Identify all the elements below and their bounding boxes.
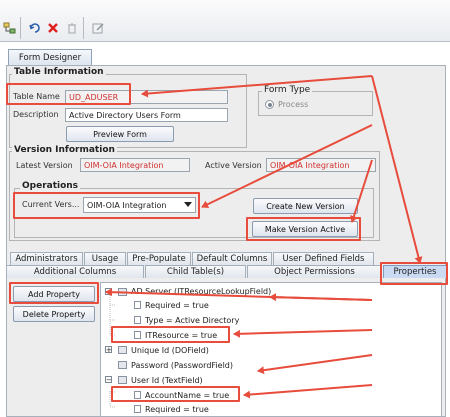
tab-default-columns[interactable]: Default Columns [192, 252, 272, 265]
tree-node-ad-server[interactable]: AD Server (ITResourceLookupField) [131, 287, 271, 296]
create-new-version-button[interactable]: Create New Version [253, 198, 358, 214]
process-radio-label: Process [278, 100, 309, 109]
active-version-label: Active Version [205, 161, 262, 170]
make-version-active-button[interactable]: Make Version Active [252, 221, 358, 237]
tab-form-designer[interactable]: Form Designer [8, 49, 92, 66]
description-field[interactable]: Active Directory Users Form [65, 108, 228, 122]
property-icon [134, 331, 141, 339]
current-version-dropdown[interactable]: OIM-OIA Integration [83, 197, 196, 213]
note-icon[interactable] [88, 18, 108, 38]
preview-form-button[interactable]: Preview Form [66, 126, 174, 142]
property-icon [134, 316, 141, 324]
latest-version-field[interactable]: OIM-OIA Integration [80, 158, 190, 172]
tab-properties[interactable]: Properties [383, 265, 447, 278]
property-icon [134, 405, 141, 413]
refresh-icon[interactable] [25, 18, 45, 38]
collapse-toggle-icon[interactable]: − [105, 288, 112, 296]
form-type-title: Form Type [262, 85, 313, 95]
tab-administrators[interactable]: Administrators [10, 252, 83, 265]
toolbar-separator [20, 17, 21, 39]
tab-pre-populate[interactable]: Pre-Populate [127, 252, 191, 265]
latest-version-label: Latest Version [16, 161, 73, 170]
chevron-down-icon[interactable] [181, 198, 195, 212]
field-icon [118, 376, 127, 384]
tree-node-password[interactable]: Password (PasswordField) [131, 361, 233, 370]
process-radio[interactable] [265, 100, 274, 109]
property-icon [134, 301, 141, 309]
field-icon [118, 346, 127, 354]
tab-additional-columns[interactable]: Additional Columns [6, 265, 144, 278]
tree-node-user-id[interactable]: User Id (TextField) [131, 376, 203, 385]
tab-usage[interactable]: Usage [84, 252, 126, 265]
tree-node-type[interactable]: Type = Active Directory [145, 316, 239, 325]
table-name-label: Table Name [13, 92, 60, 101]
delete-icon[interactable] [43, 18, 63, 38]
add-property-button[interactable]: Add Property [13, 286, 95, 302]
tab-child-tables[interactable]: Child Table(s) [145, 265, 246, 278]
table-name-field[interactable]: UD_ADUSER [65, 90, 228, 104]
trash-icon[interactable] [62, 18, 82, 38]
version-information-title: Version Information [12, 145, 117, 155]
current-version-label: Current Vers... [22, 200, 80, 209]
operations-title: Operations [20, 181, 81, 191]
tab-user-defined-fields[interactable]: User Defined Fields [273, 252, 374, 265]
active-version-field[interactable]: OIM-OIA Integration [266, 158, 376, 172]
field-icon [118, 361, 127, 369]
delete-property-button[interactable]: Delete Property [13, 306, 95, 322]
tree-node-required[interactable]: Required = true [145, 301, 209, 310]
current-version-value: OIM-OIA Integration [87, 200, 167, 210]
collapse-toggle-icon[interactable]: − [105, 376, 112, 384]
table-information-title: Table Information [12, 67, 106, 77]
tree-node-required-2[interactable]: Required = true [145, 405, 209, 414]
tree-icon[interactable] [0, 18, 20, 38]
tree-node-accountname[interactable]: AccountName = true [145, 391, 229, 400]
tree-node-itresource[interactable]: ITResource = true [145, 331, 217, 340]
description-label: Description [13, 110, 59, 119]
toolbar-separator [83, 17, 84, 39]
field-icon [118, 288, 127, 296]
tree-node-unique-id[interactable]: Unique Id (DOField) [131, 346, 209, 355]
tab-object-permissions[interactable]: Object Permissions [247, 265, 382, 278]
property-icon [134, 391, 141, 399]
expand-toggle-icon[interactable]: + [105, 346, 112, 354]
